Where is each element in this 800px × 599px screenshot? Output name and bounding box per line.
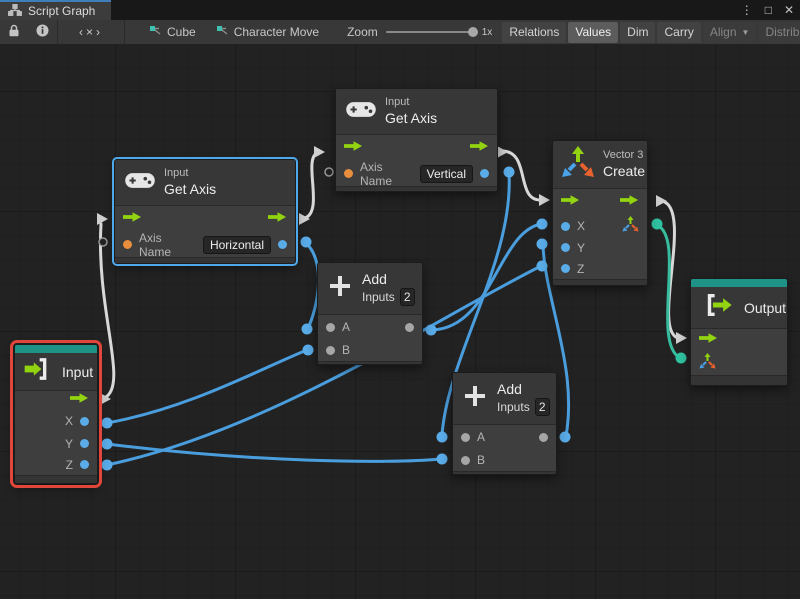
node-add-1[interactable]: Add Inputs 2 A B <box>317 262 423 365</box>
node-footer <box>553 279 647 285</box>
flow-out-arrow-icon[interactable] <box>470 139 489 157</box>
zoom-slider-knob[interactable] <box>468 27 478 37</box>
z-out-port-dot[interactable] <box>80 460 89 469</box>
dim-button[interactable]: Dim <box>620 22 655 43</box>
node-vector3-create[interactable]: Vector 3 Create X Y Z <box>552 140 648 286</box>
graph-toolbar: ‹×› Cube Character Move Zoom 1x Relati <box>0 20 800 45</box>
input-bracket-arrow-icon <box>23 358 53 385</box>
node-get-axis-vertical[interactable]: Input Get Axis Axis Name Vertical <box>335 88 498 192</box>
flow-out-arrow-icon[interactable] <box>268 210 287 228</box>
value-in-port-dot[interactable] <box>461 433 470 442</box>
node-input[interactable]: Input X Y Z <box>14 344 98 484</box>
output-bracket-arrow-icon <box>701 293 735 322</box>
string-port-dot[interactable] <box>123 240 132 249</box>
tab-bar: Script Graph ⋮ □ ✕ <box>0 0 800 20</box>
vector3-in-port-icon[interactable] <box>699 353 716 374</box>
zoom-label: Zoom <box>347 25 378 39</box>
window-maximize-icon[interactable]: □ <box>765 3 772 17</box>
zoom-slider[interactable] <box>386 31 474 33</box>
tab-script-graph[interactable]: Script Graph <box>0 0 111 20</box>
plus-icon <box>463 384 487 413</box>
edit-graph-button[interactable]: ‹×› <box>58 20 124 45</box>
y-out-port-dot[interactable] <box>80 439 89 448</box>
node-footer <box>691 375 787 385</box>
string-port-dot[interactable] <box>344 169 353 178</box>
flow-out-arrow-icon[interactable] <box>620 193 639 211</box>
relations-button[interactable]: Relations <box>502 22 566 43</box>
sum-out-port-dot[interactable] <box>405 323 414 332</box>
carry-button[interactable]: Carry <box>657 22 700 43</box>
script-graph-window: Script Graph ⋮ □ ✕ ‹×› <box>0 0 800 599</box>
node-footer <box>15 475 97 483</box>
info-icon <box>36 24 49 40</box>
toolbar-separator <box>124 20 125 45</box>
window-close-icon[interactable]: ✕ <box>784 3 794 17</box>
breadcrumb-character-move[interactable]: Character Move <box>206 25 329 39</box>
gamepad-icon <box>125 171 155 195</box>
tab-title: Script Graph <box>28 4 95 18</box>
distribute-dropdown[interactable]: Distribute▼ <box>758 22 800 43</box>
node-add-2[interactable]: Add Inputs 2 A B <box>452 372 557 475</box>
graph-hierarchy-icon <box>8 4 22 19</box>
node-footer <box>453 471 556 474</box>
graph-node-icon <box>149 25 162 39</box>
vector3-icon <box>561 146 595 183</box>
zoom-value: 1x <box>482 27 493 38</box>
unit-title-bar <box>691 279 787 287</box>
inputs-count-field[interactable]: 2 <box>535 398 550 416</box>
values-button[interactable]: Values <box>568 22 618 43</box>
chevron-down-icon: ▼ <box>742 28 750 37</box>
lock-button[interactable] <box>0 20 28 45</box>
value-in-port-dot[interactable] <box>326 346 335 355</box>
align-dropdown[interactable]: Align▼ <box>703 22 757 43</box>
value-in-port-dot[interactable] <box>461 456 470 465</box>
node-footer <box>336 186 497 191</box>
window-menu-icon[interactable]: ⋮ <box>741 3 753 17</box>
flow-in-arrow-icon[interactable] <box>123 210 142 228</box>
float-out-port-dot[interactable] <box>278 240 287 249</box>
gamepad-icon <box>346 100 376 124</box>
flow-in-arrow-icon[interactable] <box>561 193 580 211</box>
code-brackets-icon: ‹×› <box>79 25 103 39</box>
breadcrumb-cube[interactable]: Cube <box>139 25 206 39</box>
node-get-axis-horizontal[interactable]: Input Get Axis Axis Name Horizontal <box>114 159 296 264</box>
flow-in-arrow-icon[interactable] <box>344 139 363 157</box>
graph-node-icon <box>216 25 229 39</box>
z-in-port-dot[interactable] <box>561 264 570 273</box>
vector3-out-port-icon[interactable] <box>622 216 639 237</box>
flow-out-arrow-icon[interactable] <box>70 391 89 409</box>
float-out-port-dot[interactable] <box>480 169 489 178</box>
unit-title-bar <box>15 345 97 353</box>
value-in-port-dot[interactable] <box>326 323 335 332</box>
inputs-count-field[interactable]: 2 <box>400 288 415 306</box>
node-output[interactable]: Output <box>690 278 788 386</box>
x-out-port-dot[interactable] <box>80 417 89 426</box>
lock-icon <box>8 24 20 40</box>
sum-out-port-dot[interactable] <box>539 433 548 442</box>
axis-name-field[interactable]: Vertical <box>420 165 473 183</box>
x-in-port-dot[interactable] <box>561 222 570 231</box>
info-button[interactable] <box>28 20 57 45</box>
axis-name-field[interactable]: Horizontal <box>203 236 271 254</box>
plus-icon <box>328 274 352 303</box>
node-footer <box>318 361 422 364</box>
y-in-port-dot[interactable] <box>561 243 570 252</box>
flow-in-arrow-icon[interactable] <box>699 331 718 349</box>
node-footer <box>115 257 295 263</box>
